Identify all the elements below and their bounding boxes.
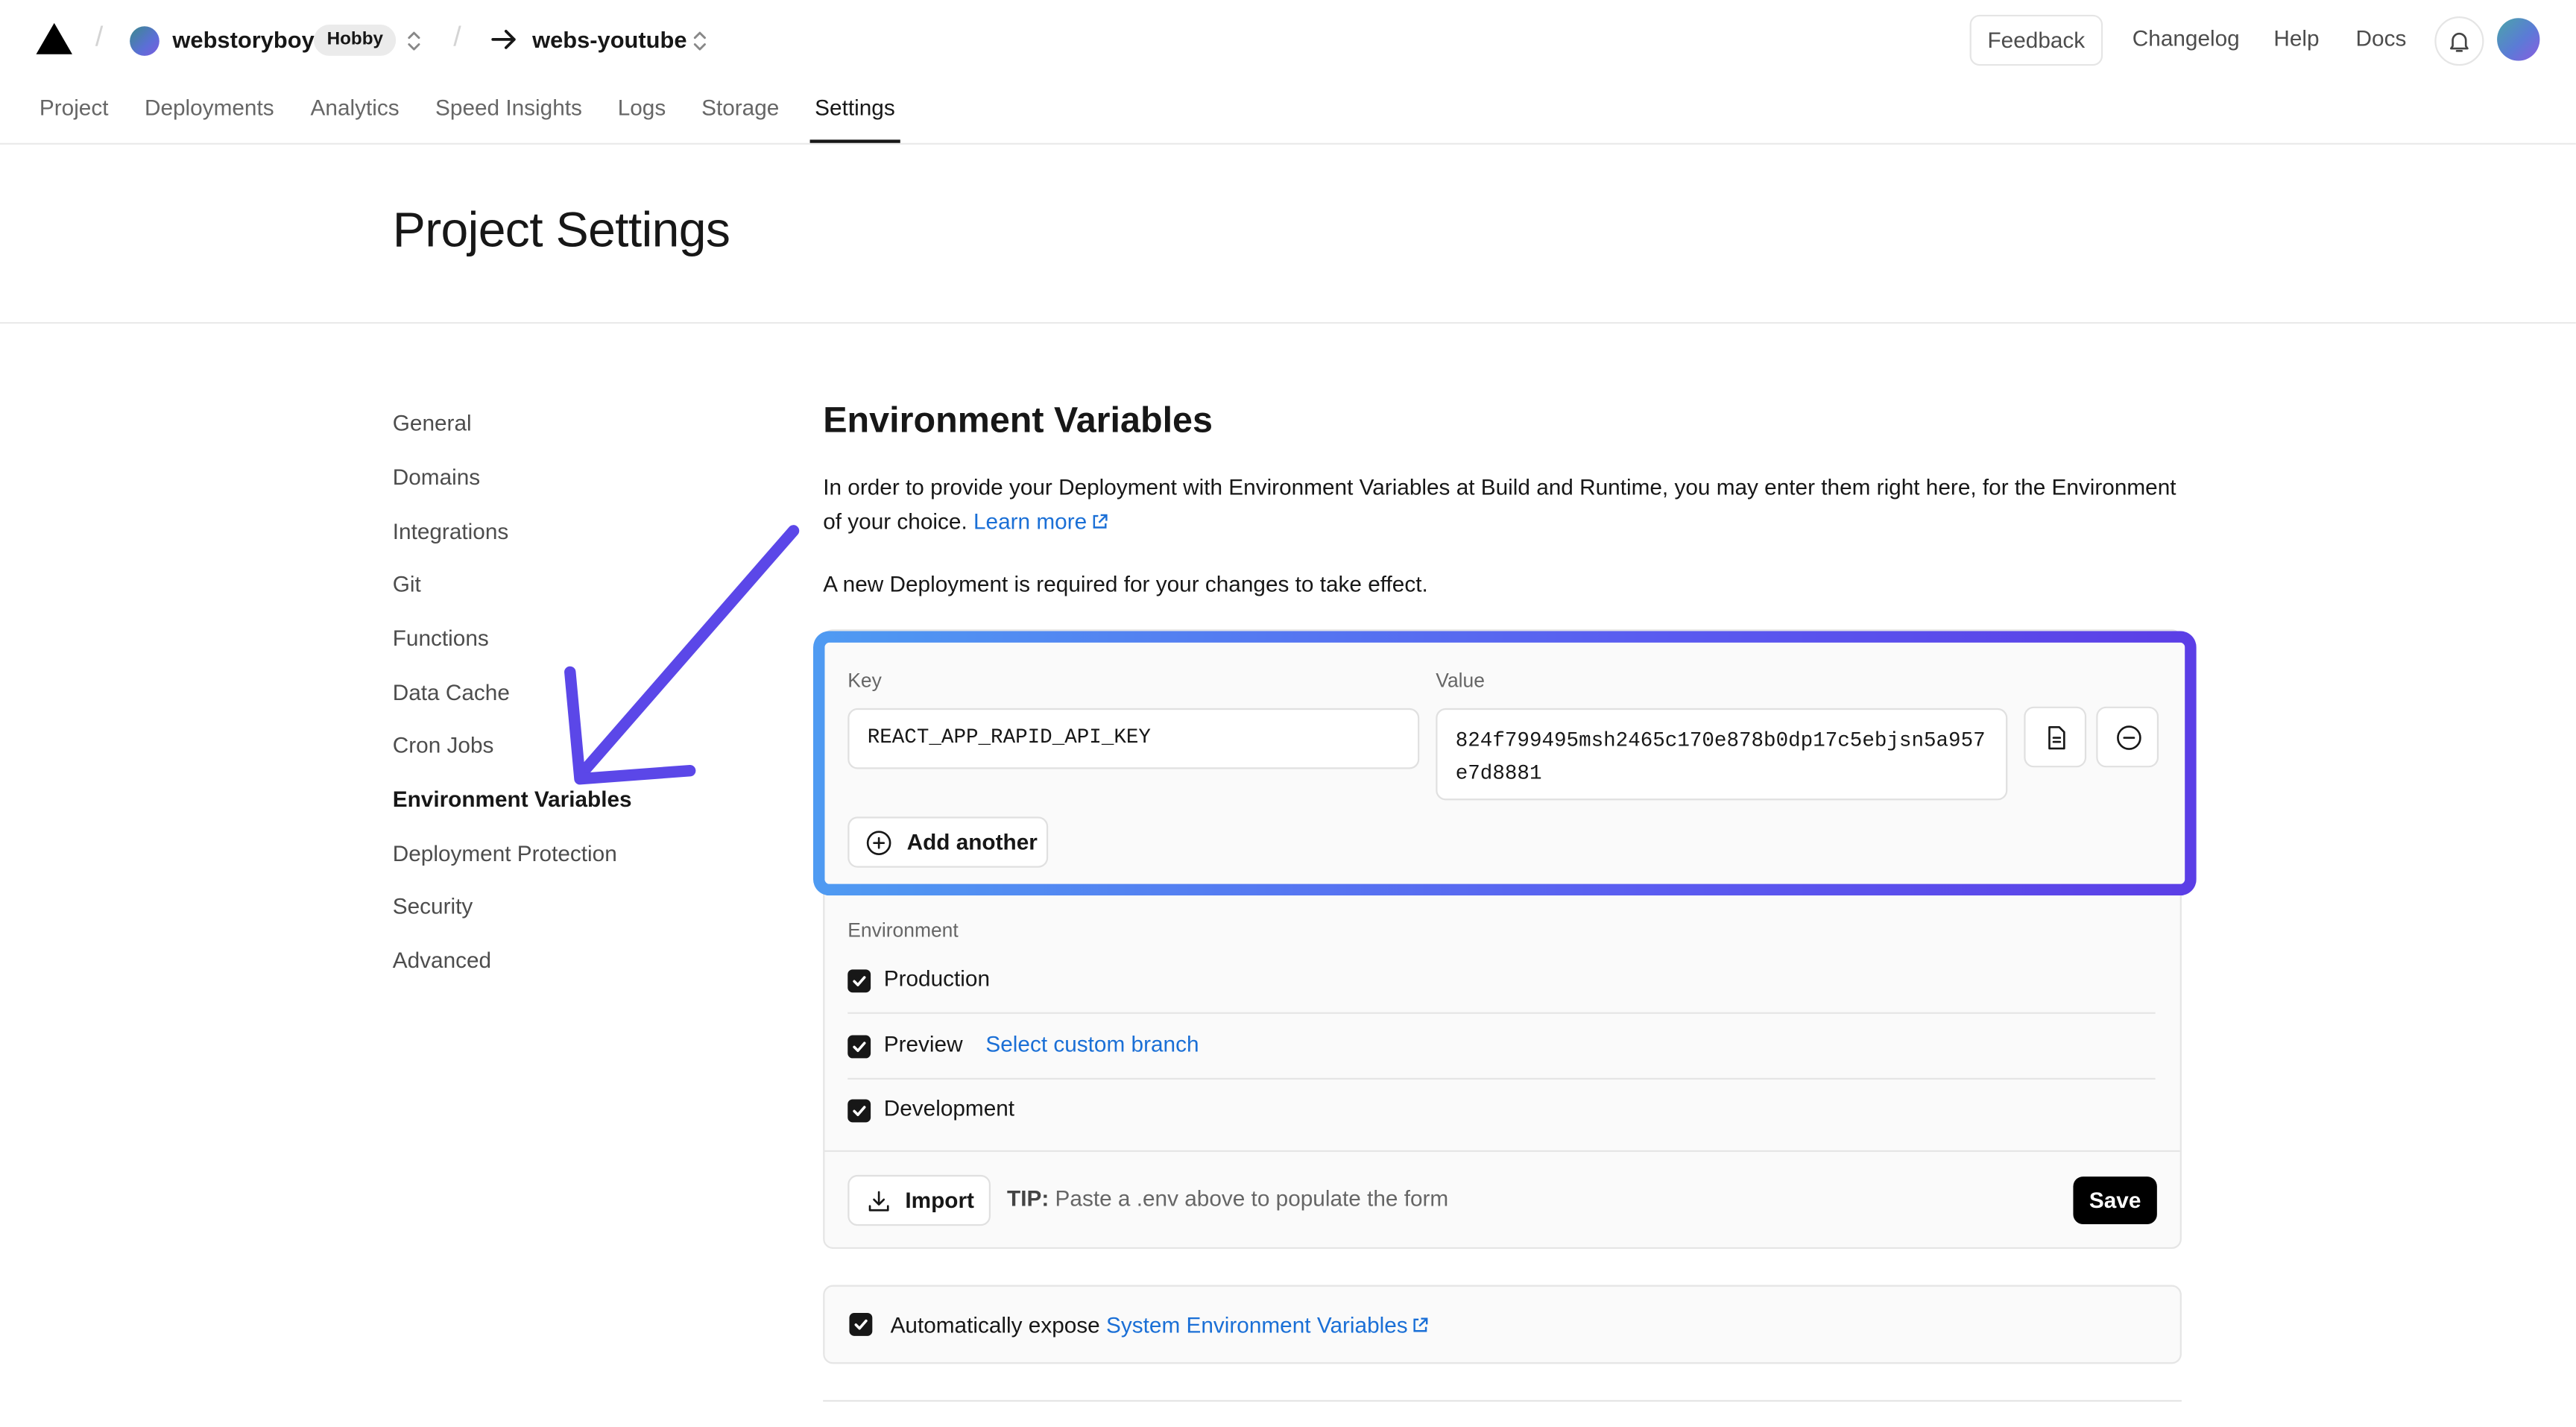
sidebar-item-git[interactable]: Git	[393, 572, 421, 596]
add-another-label: Add another	[906, 830, 1038, 855]
checkmark-icon	[853, 1106, 866, 1116]
sidebar-item-security[interactable]: Security	[393, 894, 473, 919]
tab-deployments[interactable]: Deployments	[145, 95, 274, 120]
tab-project[interactable]: Project	[40, 95, 109, 120]
expose-system-vars-card: Automatically expose System Environment …	[823, 1285, 2182, 1364]
breadcrumb-separator: /	[453, 21, 461, 53]
checkmark-icon	[853, 976, 866, 986]
expose-label: Automatically expose	[890, 1312, 1100, 1338]
key-label: Key	[847, 669, 882, 692]
breadcrumb-separator: /	[95, 21, 104, 53]
key-input[interactable]: REACT_APP_RAPID_API_KEY	[847, 708, 1420, 769]
env-row-production: Production	[847, 948, 2156, 1014]
help-link[interactable]: Help	[2273, 26, 2319, 51]
tab-settings[interactable]: Settings	[815, 95, 895, 120]
changelog-link[interactable]: Changelog	[2133, 26, 2240, 51]
team-switcher-chevrons-icon[interactable]	[405, 28, 422, 54]
system-env-vars-link[interactable]: System Environment Variables	[1106, 1313, 1429, 1338]
env-row-preview: Preview Select custom branch	[847, 1014, 2156, 1080]
production-checkbox[interactable]	[847, 969, 871, 993]
top-bar: / webstoryboy Hobby / webs-youtube Feedb…	[0, 0, 2576, 82]
plus-circle-icon	[866, 831, 891, 855]
sidebar-item-advanced[interactable]: Advanced	[393, 948, 491, 973]
tab-storage[interactable]: Storage	[701, 95, 779, 120]
sidebar-item-data-cache[interactable]: Data Cache	[393, 680, 510, 705]
tab-speed-insights[interactable]: Speed Insights	[435, 95, 582, 120]
tip-label: TIP:	[1007, 1186, 1049, 1212]
section-divider	[823, 1399, 2182, 1402]
tab-logs[interactable]: Logs	[618, 95, 666, 120]
minus-circle-icon	[2117, 725, 2141, 750]
form-footer-divider	[824, 1150, 2180, 1153]
external-link-icon	[1413, 1317, 1428, 1332]
team-avatar[interactable]	[130, 26, 160, 56]
expose-system-vars-text: Automatically expose System Environment …	[891, 1313, 1430, 1338]
docs-link[interactable]: Docs	[2356, 26, 2407, 51]
project-name[interactable]: webs-youtube	[532, 26, 686, 52]
plan-badge: Hobby	[313, 25, 397, 56]
tab-analytics[interactable]: Analytics	[311, 95, 400, 120]
project-nav-tabs: Project Deployments Analytics Speed Insi…	[0, 82, 2576, 145]
learn-more-link[interactable]: Learn more	[973, 508, 1108, 533]
save-button[interactable]: Save	[2073, 1176, 2157, 1224]
sidebar-item-general[interactable]: General	[393, 411, 472, 435]
app-root: / webstoryboy Hobby / webs-youtube Feedb…	[0, 0, 2576, 1427]
external-link-icon	[1092, 513, 1107, 528]
import-label: Import	[905, 1188, 974, 1213]
section-description: In order to provide your Deployment with…	[823, 472, 2186, 539]
remove-variable-button[interactable]	[2096, 706, 2159, 768]
notifications-button[interactable]	[2434, 16, 2484, 66]
import-button[interactable]: Import	[847, 1174, 991, 1226]
tip-body: Paste a .env above to populate the form	[1055, 1186, 1449, 1212]
sidebar-item-domains[interactable]: Domains	[393, 465, 480, 490]
sidebar-item-deployment-protection[interactable]: Deployment Protection	[393, 841, 617, 866]
sidebar-item-environment-variables[interactable]: Environment Variables	[393, 787, 632, 812]
page-header: Project Settings	[0, 145, 2576, 324]
notes-button[interactable]	[2024, 706, 2087, 768]
download-icon	[868, 1191, 889, 1212]
development-label: Development	[883, 1096, 1015, 1121]
page-title: Project Settings	[392, 204, 730, 259]
vercel-logo-icon[interactable]	[36, 22, 72, 54]
production-label: Production	[883, 965, 991, 992]
active-tab-indicator	[809, 139, 900, 143]
sidebar-item-cron-jobs[interactable]: Cron Jobs	[393, 733, 494, 757]
checkmark-icon	[853, 1042, 866, 1053]
environment-label: Environment	[847, 919, 959, 942]
add-another-button[interactable]: Add another	[847, 816, 1049, 868]
system-env-vars-label: System Environment Variables	[1106, 1312, 1408, 1338]
checkmark-icon	[854, 1319, 868, 1330]
expose-system-vars-checkbox[interactable]	[849, 1312, 873, 1336]
section-title: Environment Variables	[823, 399, 1213, 441]
development-checkbox[interactable]	[847, 1099, 871, 1123]
value-input[interactable]: 824f799495msh2465c170e878b0dp17c5ebjsn5a…	[1436, 708, 2008, 801]
sidebar-item-functions[interactable]: Functions	[393, 626, 489, 651]
document-icon	[2048, 725, 2065, 750]
learn-more-label: Learn more	[973, 508, 1087, 534]
bell-icon	[2450, 32, 2469, 52]
select-custom-branch-link[interactable]: Select custom branch	[985, 1032, 1199, 1056]
team-name[interactable]: webstoryboy	[172, 26, 314, 52]
sidebar-item-integrations[interactable]: Integrations	[393, 519, 508, 544]
feedback-button[interactable]: Feedback	[1969, 14, 2103, 66]
arrow-right-icon	[491, 30, 516, 49]
redeploy-note: A new Deployment is required for your ch…	[823, 571, 1428, 597]
value-label: Value	[1436, 669, 1486, 692]
user-avatar[interactable]	[2497, 18, 2540, 61]
env-row-development: Development	[847, 1078, 2155, 1144]
preview-checkbox[interactable]	[847, 1035, 871, 1059]
preview-label: Preview	[883, 1032, 963, 1057]
tip-text: TIP: Paste a .env above to populate the …	[1007, 1186, 1448, 1211]
project-switcher-chevrons-icon[interactable]	[692, 28, 708, 54]
